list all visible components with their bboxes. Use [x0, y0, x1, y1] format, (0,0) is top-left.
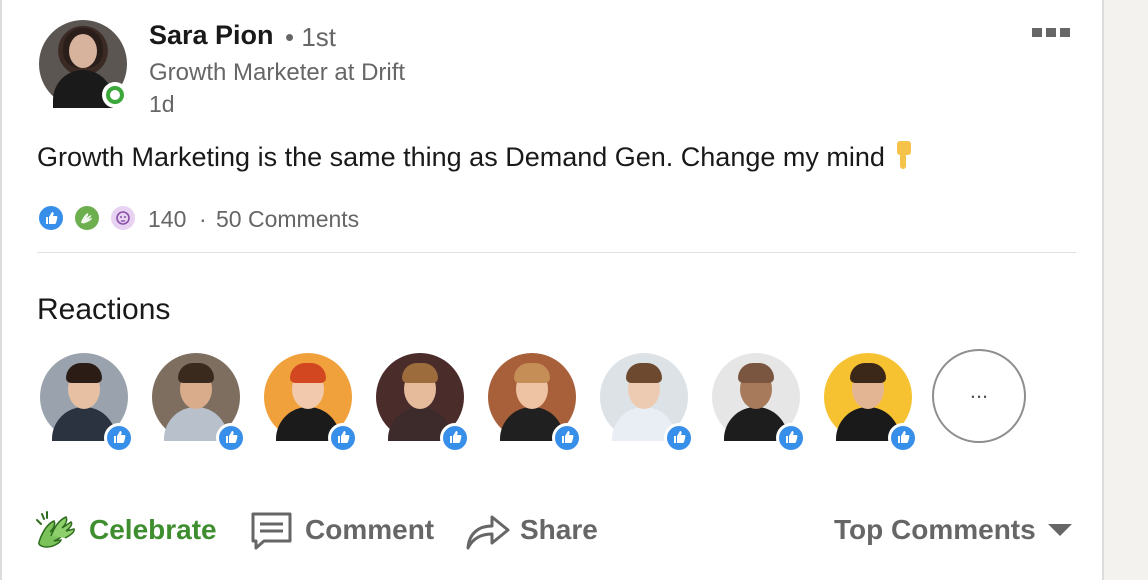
- avatar-hair: [178, 363, 214, 383]
- comment-button[interactable]: Comment: [250, 508, 440, 554]
- like-badge-icon: [888, 423, 918, 453]
- avatar-hair: [514, 363, 550, 383]
- separator-dot: ·: [199, 206, 207, 232]
- like-badge-icon: [776, 423, 806, 453]
- reactions-section-title: Reactions: [37, 293, 171, 326]
- comment-label: Comment: [305, 514, 435, 545]
- like-badge-icon: [216, 423, 246, 453]
- celebrate-label: Celebrate: [89, 514, 217, 545]
- celebrate-reaction-icon: [73, 204, 101, 232]
- share-button[interactable]: Share: [464, 508, 604, 554]
- share-icon: [464, 508, 512, 559]
- celebrate-icon: [33, 508, 81, 561]
- feed-post-card: Sara Pion • 1st Growth Marketer at Drift…: [0, 0, 1104, 580]
- like-reaction-icon: [37, 204, 65, 232]
- reactor-avatar[interactable]: [488, 353, 582, 453]
- more-options-icon[interactable]: [1028, 24, 1074, 42]
- share-label: Share: [520, 514, 598, 545]
- avatar-hair: [66, 363, 102, 383]
- curious-reaction-icon: [109, 204, 137, 232]
- reactor-avatar[interactable]: [40, 353, 134, 453]
- post-text: Growth Marketing is the same thing as De…: [37, 142, 885, 172]
- post-timestamp: 1d: [149, 91, 175, 117]
- like-badge-icon: [328, 423, 358, 453]
- post-body: Growth Marketing is the same thing as De…: [37, 141, 915, 173]
- more-reactors-button[interactable]: ...: [932, 349, 1026, 443]
- author-headline: Growth Marketer at Drift: [149, 59, 406, 86]
- avatar-hair: [738, 363, 774, 383]
- reaction-type-icons[interactable]: [37, 204, 147, 234]
- author-name[interactable]: Sara Pion: [149, 20, 274, 51]
- celebrate-button[interactable]: Celebrate: [33, 508, 223, 554]
- chevron-down-icon[interactable]: [1048, 524, 1072, 536]
- like-badge-icon: [440, 423, 470, 453]
- sort-comments-dropdown[interactable]: Top Comments: [834, 514, 1036, 546]
- reactor-avatar[interactable]: [712, 353, 806, 453]
- reactor-avatar[interactable]: [152, 353, 246, 453]
- reactor-avatar[interactable]: [376, 353, 470, 453]
- reactor-avatar[interactable]: [600, 353, 694, 453]
- divider: [37, 252, 1076, 253]
- like-badge-icon: [664, 423, 694, 453]
- comment-count-link[interactable]: 50 Comments: [216, 206, 359, 233]
- comment-icon: [250, 508, 294, 559]
- like-badge-icon: [552, 423, 582, 453]
- reactor-avatar[interactable]: [824, 353, 918, 453]
- pointing-down-emoji-icon: [893, 141, 915, 171]
- online-status-icon: [102, 82, 128, 108]
- connection-degree: • 1st: [285, 22, 337, 52]
- avatar-hair: [626, 363, 662, 383]
- like-badge-icon: [104, 423, 134, 453]
- avatar-hair: [402, 363, 438, 383]
- reactor-avatar[interactable]: [264, 353, 358, 453]
- avatar-hair: [290, 363, 326, 383]
- reaction-count[interactable]: 140: [148, 206, 186, 233]
- avatar-hair: [850, 363, 886, 383]
